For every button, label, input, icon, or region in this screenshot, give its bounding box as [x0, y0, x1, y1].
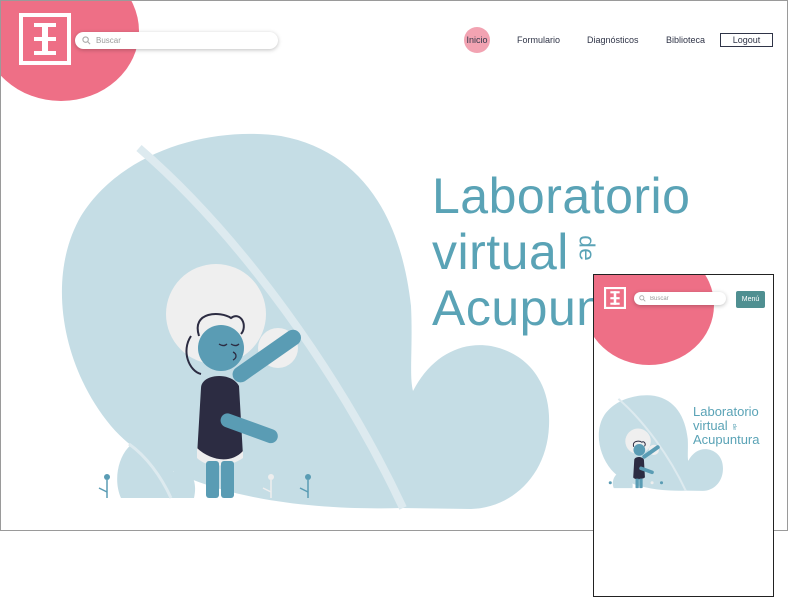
- hero-title-line1: Laboratorio: [432, 168, 691, 224]
- mobile-search-input[interactable]: [650, 295, 720, 302]
- mobile-preview: Menú Laboratorio virtualde Acupuntura: [593, 274, 774, 597]
- search-icon: [82, 36, 91, 45]
- search-bar[interactable]: [75, 32, 278, 49]
- mobile-menu-button[interactable]: Menú: [736, 291, 765, 308]
- mobile-hero-title-line1: Laboratorio: [693, 404, 759, 419]
- search-input[interactable]: [96, 36, 266, 45]
- nav-formulario[interactable]: Formulario: [517, 35, 560, 45]
- mobile-hero-title-line2-wrap: virtual de: [693, 419, 760, 433]
- nav-inicio[interactable]: Inicio: [464, 27, 490, 53]
- site-logo-icon[interactable]: [19, 13, 71, 65]
- hero-title-line2: virtual: [432, 224, 569, 280]
- nav-diagnosticos[interactable]: Diagnósticos: [587, 35, 639, 45]
- mobile-hero-title-line2: virtual: [693, 418, 728, 433]
- sprout-left: [98, 474, 110, 498]
- hero-title-connector: de: [574, 235, 600, 262]
- nav-inicio-label: Inicio: [466, 35, 488, 45]
- nav-biblioteca[interactable]: Biblioteca: [666, 35, 705, 45]
- mobile-logo-icon[interactable]: [604, 287, 626, 309]
- mobile-hero-title-line3: Acupuntura: [693, 432, 760, 447]
- mobile-search-bar[interactable]: [634, 292, 726, 305]
- mobile-hero-title: Laboratorio virtual de Acupuntura: [693, 405, 760, 446]
- logout-button[interactable]: Logout: [720, 33, 773, 47]
- mobile-search-icon: [639, 295, 646, 302]
- mobile-hero-title-connector: de: [730, 423, 737, 431]
